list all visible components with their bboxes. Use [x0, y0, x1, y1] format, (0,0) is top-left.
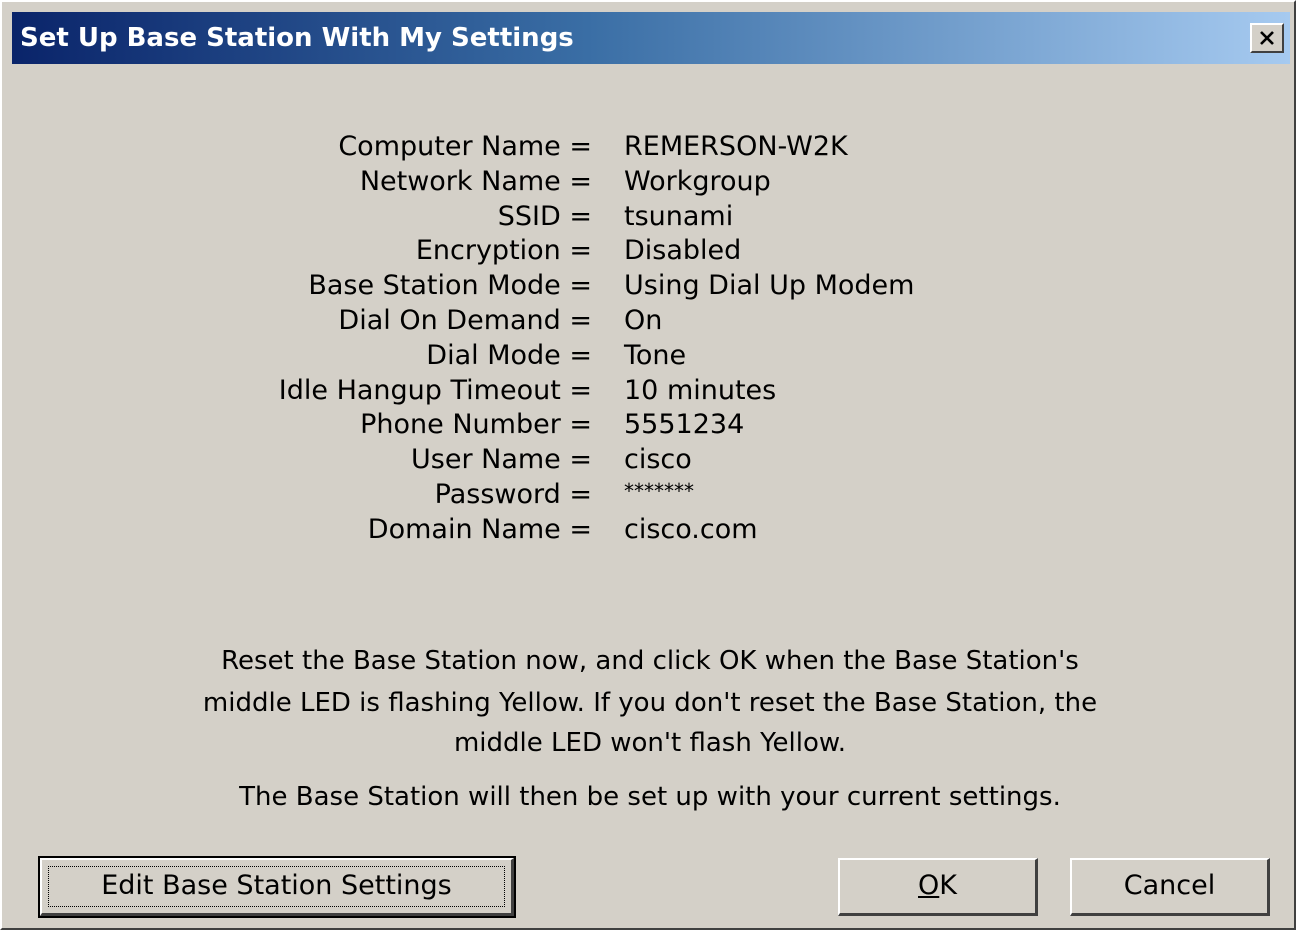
setting-value: Workgroup	[624, 165, 771, 197]
setting-value: Tone	[624, 339, 687, 371]
setting-row-ssid: SSID = tsunami	[2, 200, 1292, 235]
setting-value: 5551234	[624, 409, 745, 441]
setting-value-masked: *******	[624, 478, 694, 503]
setting-value: On	[624, 304, 663, 336]
setting-row-password: Password = *******	[2, 478, 1292, 513]
setting-value: REMERSON-W2K	[624, 131, 848, 162]
setting-row-user-name: User Name = cisco	[2, 443, 1292, 478]
instruction-line-3: middle LED won't flash Yellow.	[453, 728, 847, 758]
window-title: Set Up Base Station With My Settings	[20, 23, 574, 53]
setting-row-base-station-mode: Base Station Mode = Using Dial Up Modem	[2, 269, 1292, 304]
ok-button-label: OK	[918, 870, 957, 901]
settings-summary: Computer Name = REMERSON-W2K Network Nam…	[2, 130, 1292, 548]
setting-label: Domain Name =	[367, 513, 592, 545]
setting-label: Idle Hangup Timeout =	[278, 374, 592, 406]
setting-label: Phone Number =	[360, 409, 592, 441]
setting-row-phone-number: Phone Number = 5551234	[2, 408, 1292, 443]
ok-button[interactable]: OK	[838, 858, 1038, 916]
setting-label: User Name =	[411, 444, 592, 476]
cancel-button[interactable]: Cancel	[1070, 858, 1270, 916]
setting-label: Network Name =	[359, 165, 592, 197]
setting-row-computer-name: Computer Name = REMERSON-W2K	[2, 130, 1292, 165]
setting-label: Dial On Demand =	[338, 304, 592, 336]
instruction-line-4: The Base Station will then be set up wit…	[239, 782, 1061, 812]
close-icon	[1260, 31, 1274, 45]
setting-value: cisco.com	[624, 513, 758, 545]
setting-row-network-name: Network Name = Workgroup	[2, 165, 1292, 200]
setting-label: Password =	[434, 478, 592, 510]
title-bar[interactable]: Set Up Base Station With My Settings	[12, 12, 1290, 64]
instruction-line-1: Reset the Base Station now, and click OK…	[221, 646, 1079, 676]
setting-value: tsunami	[624, 200, 734, 232]
close-button[interactable]	[1250, 23, 1284, 53]
setup-dialog: Set Up Base Station With My Settings Com…	[0, 0, 1296, 930]
setting-label: Computer Name =	[338, 131, 592, 162]
setting-value: Using Dial Up Modem	[624, 270, 915, 302]
setting-label: Base Station Mode =	[308, 270, 592, 302]
setting-label: Dial Mode =	[426, 339, 592, 371]
setting-label: Encryption =	[415, 235, 592, 267]
setting-row-dial-on-demand: Dial On Demand = On	[2, 304, 1292, 339]
edit-button-label: Edit Base Station Settings	[101, 870, 452, 901]
cancel-button-label: Cancel	[1123, 870, 1216, 901]
setting-label: SSID =	[497, 200, 592, 232]
edit-base-station-settings-button[interactable]: Edit Base Station Settings	[38, 856, 516, 918]
setting-value: Disabled	[624, 235, 742, 267]
setting-row-domain-name: Domain Name = cisco.com	[2, 513, 1292, 548]
setting-value: cisco	[624, 444, 692, 476]
instruction-line-2: middle LED is flashing Yellow. If you do…	[202, 688, 1098, 718]
setting-row-idle-hangup-timeout: Idle Hangup Timeout = 10 minutes	[2, 374, 1292, 409]
setting-row-encryption: Encryption = Disabled	[2, 234, 1292, 269]
setting-value: 10 minutes	[624, 374, 777, 406]
setting-row-dial-mode: Dial Mode = Tone	[2, 339, 1292, 374]
